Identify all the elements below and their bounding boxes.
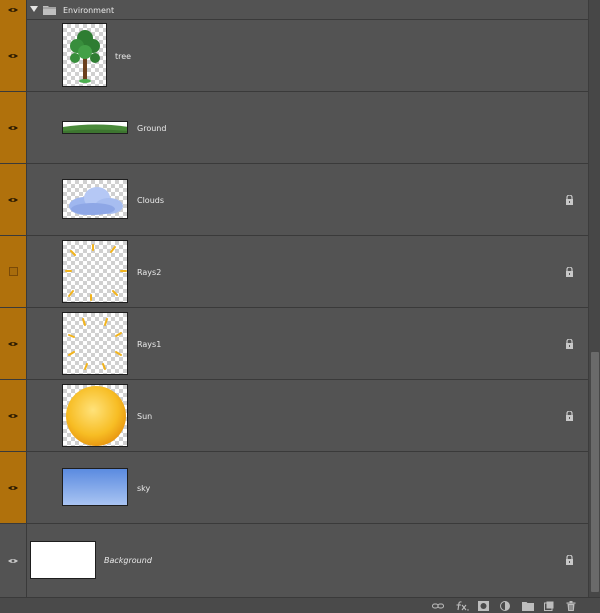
layer-name: Background	[104, 556, 152, 565]
lock-icon	[566, 555, 573, 565]
layer-thumbnail-sky	[62, 468, 128, 506]
vertical-scrollbar[interactable]	[588, 0, 600, 597]
layer-thumbnail-ground	[62, 121, 128, 134]
sun-image	[66, 386, 126, 446]
visibility-toggle[interactable]	[0, 380, 27, 451]
eye-icon	[8, 558, 18, 563]
link-layers-icon[interactable]	[432, 601, 444, 611]
visibility-toggle[interactable]	[0, 92, 27, 163]
layer-row-sky[interactable]: sky	[0, 452, 588, 524]
layer-row-rays2[interactable]: Rays2	[0, 236, 588, 308]
group-row-environment[interactable]: Environment	[0, 0, 588, 20]
lock-icon	[566, 411, 573, 421]
group-name: Environment	[63, 6, 115, 15]
eye-icon	[8, 125, 18, 130]
chevron-down-icon[interactable]	[30, 6, 38, 12]
layer-name: sky	[137, 484, 151, 493]
adjustment-layer-icon[interactable]	[500, 601, 510, 611]
new-layer-icon[interactable]	[544, 601, 554, 611]
eye-icon	[8, 53, 18, 58]
visibility-toggle[interactable]	[0, 452, 27, 523]
eye-icon	[8, 485, 18, 490]
layer-thumbnail-clouds	[62, 179, 128, 219]
layer-name: Rays2	[137, 268, 162, 277]
layer-thumbnail-background	[30, 541, 96, 579]
layer-thumbnail-sun	[62, 384, 128, 447]
rays-image	[68, 318, 122, 370]
layer-row-rays1[interactable]: Rays1	[0, 308, 588, 380]
layer-row-sun[interactable]: Sun	[0, 380, 588, 452]
layer-thumbnail-rays2	[62, 240, 128, 303]
layer-row-tree[interactable]: tree	[0, 20, 588, 92]
visibility-toggle[interactable]	[0, 524, 27, 597]
ground-image	[63, 124, 127, 133]
visibility-toggle[interactable]	[0, 308, 27, 379]
layer-name: Sun	[137, 412, 153, 421]
rays-image	[65, 244, 127, 301]
eye-icon	[8, 8, 18, 12]
layer-name: tree	[115, 52, 132, 61]
lock-icon	[566, 195, 573, 205]
visibility-toggle[interactable]	[0, 20, 27, 91]
layer-row-background[interactable]: Background	[0, 524, 588, 597]
layer-row-clouds[interactable]: Clouds	[0, 164, 588, 236]
visibility-toggle[interactable]	[0, 236, 27, 307]
layers-bottom-toolbar	[0, 597, 600, 613]
tree-image	[70, 30, 100, 83]
visibility-toggle[interactable]	[0, 164, 27, 235]
layer-name: Ground	[137, 124, 167, 133]
eye-icon	[8, 341, 18, 346]
eye-icon	[8, 413, 18, 418]
clouds-image	[69, 187, 123, 215]
folder-icon	[43, 6, 56, 15]
new-group-icon[interactable]	[522, 601, 534, 611]
lock-icon	[566, 339, 573, 349]
hidden-visibility-box[interactable]	[8, 267, 18, 276]
layer-name: Rays1	[137, 340, 162, 349]
fx-icon[interactable]	[455, 601, 469, 611]
layer-thumbnail-tree	[62, 23, 107, 87]
layer-thumbnail-rays1	[62, 312, 128, 375]
layer-name: Clouds	[137, 196, 165, 205]
eye-icon	[8, 197, 18, 202]
layers-panel: Environment tree Ground Clouds Rays2 Ray…	[0, 0, 588, 597]
scrollbar-thumb[interactable]	[591, 352, 599, 592]
visibility-toggle[interactable]	[0, 0, 27, 20]
layer-mask-icon[interactable]	[478, 601, 489, 611]
layer-row-ground[interactable]: Ground	[0, 92, 588, 164]
lock-icon	[566, 267, 573, 277]
trash-icon[interactable]	[566, 601, 576, 611]
